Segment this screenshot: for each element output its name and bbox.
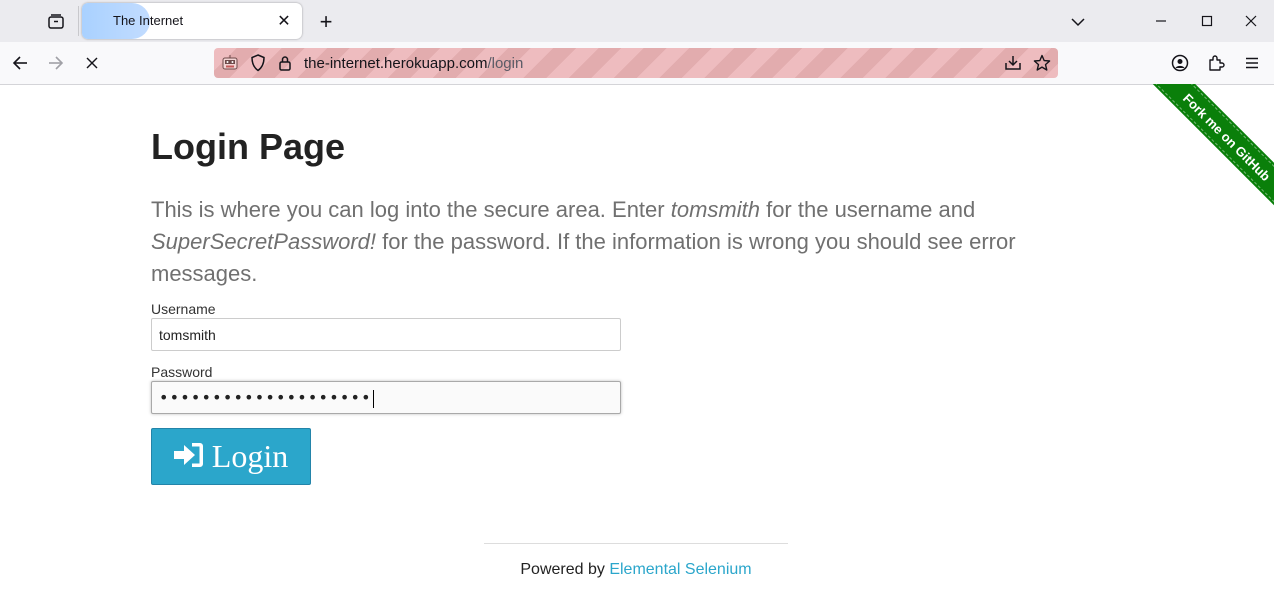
url-path: /login bbox=[487, 55, 524, 72]
password-hint: SuperSecretPassword! bbox=[151, 229, 376, 254]
page-intro: This is where you can log into the secur… bbox=[151, 194, 1071, 290]
page-title: Login Page bbox=[151, 126, 346, 167]
sign-in-icon bbox=[173, 442, 204, 471]
password-value: •••••••••••••••••••• bbox=[159, 388, 374, 408]
ribbon-text: Fork me on GitHub bbox=[1180, 90, 1274, 184]
shield-icon[interactable] bbox=[249, 54, 267, 72]
password-mask: •••••••••••••••••••• bbox=[159, 388, 372, 407]
back-arrow-icon[interactable] bbox=[6, 49, 34, 77]
tab-strip: The Internet ✕ + bbox=[0, 0, 1274, 42]
puzzle-icon[interactable] bbox=[1202, 49, 1230, 77]
fork-me-on-github-link[interactable]: Fork me on GitHub bbox=[1129, 84, 1274, 234]
close-window-icon[interactable] bbox=[1228, 6, 1274, 36]
address-bar[interactable]: the-internet.herokuapp.com/login bbox=[214, 48, 1058, 78]
tab-separator bbox=[78, 6, 79, 36]
text-caret bbox=[372, 389, 374, 408]
stop-loading-icon[interactable] bbox=[78, 49, 106, 77]
chevron-down-icon[interactable] bbox=[1064, 8, 1092, 36]
username-label: Username bbox=[151, 301, 216, 317]
intro-text-2: for the username and bbox=[759, 197, 976, 222]
password-input[interactable]: •••••••••••••••••••• bbox=[151, 381, 621, 414]
star-icon[interactable] bbox=[1033, 54, 1051, 72]
tab-title: The Internet bbox=[113, 13, 184, 28]
new-tab-button[interactable]: + bbox=[312, 8, 340, 36]
robot-icon[interactable] bbox=[221, 54, 239, 72]
url-text[interactable]: the-internet.herokuapp.com/login bbox=[304, 55, 523, 72]
forward-arrow-icon[interactable] bbox=[42, 49, 70, 77]
account-icon[interactable] bbox=[1166, 49, 1194, 77]
intro-text-1: This is where you can log into the secur… bbox=[151, 197, 671, 222]
login-button-label: Login bbox=[211, 438, 289, 474]
fork-ribbon: Fork me on GitHub bbox=[1124, 84, 1274, 234]
username-value: tomsmith bbox=[159, 327, 216, 343]
browser-tab[interactable]: The Internet ✕ bbox=[82, 3, 302, 39]
username-input[interactable]: tomsmith bbox=[151, 318, 621, 351]
footer-prefix: Powered by bbox=[520, 561, 610, 578]
maximize-icon[interactable] bbox=[1184, 6, 1230, 36]
close-tab-icon[interactable]: ✕ bbox=[274, 11, 294, 31]
hamburger-menu-icon[interactable] bbox=[1238, 49, 1266, 77]
url-host: the-internet.herokuapp.com bbox=[304, 55, 488, 72]
tab-overview-icon[interactable] bbox=[36, 8, 76, 36]
minimize-icon[interactable] bbox=[1138, 6, 1184, 36]
lock-icon[interactable] bbox=[276, 54, 294, 72]
page-footer: Powered by Elemental Selenium bbox=[484, 561, 788, 579]
navigation-toolbar: the-internet.herokuapp.com/login bbox=[0, 42, 1274, 85]
footer-divider bbox=[484, 543, 788, 544]
username-hint: tomsmith bbox=[670, 197, 760, 222]
password-label: Password bbox=[151, 364, 213, 380]
login-button[interactable]: Login bbox=[151, 428, 311, 485]
download-icon[interactable] bbox=[1004, 54, 1022, 72]
elemental-selenium-link[interactable]: Elemental Selenium bbox=[609, 561, 751, 578]
